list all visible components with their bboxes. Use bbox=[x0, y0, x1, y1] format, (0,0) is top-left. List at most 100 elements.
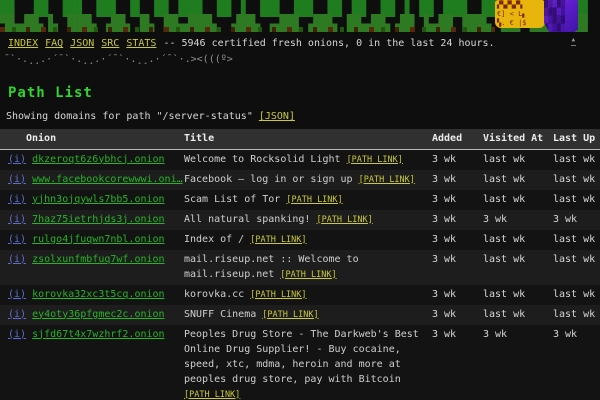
onion-link[interactable]: sjfd67t4x7wzhrf2.onion bbox=[32, 329, 164, 340]
path-link[interactable]: [PATH LINK] bbox=[184, 390, 240, 400]
nav-link-stats[interactable]: STATS bbox=[126, 38, 156, 49]
site-title: Index of / bbox=[184, 234, 250, 245]
onion-link[interactable]: korovka32xc3t5cq.onion bbox=[32, 289, 164, 300]
site-title: All natural spanking! bbox=[184, 214, 316, 225]
visited-cell: last wk bbox=[483, 149, 553, 170]
onion-cell: (i) ey4oty36pfgmec2c.onion bbox=[0, 305, 184, 325]
path-link[interactable]: [PATH LINK] bbox=[347, 155, 403, 165]
onion-cell: (i) rulgo4jfuqwn7nbl.onion bbox=[0, 230, 184, 250]
nav-links: INDEX FAQ JSON SRC STATS bbox=[8, 38, 163, 49]
lastup-cell: 3 wk bbox=[553, 325, 600, 400]
subtitle: Showing domains for path "/server-status… bbox=[6, 110, 600, 123]
column-header-visited: Visited At bbox=[483, 129, 553, 149]
title-cell: korovka.cc [PATH LINK] bbox=[184, 285, 428, 305]
table-row: (i) zsolxunfmbfuq7wf.onionmail.riseup.ne… bbox=[0, 250, 600, 285]
onion-link[interactable]: yjhn3ojqywls7bb5.onion bbox=[32, 194, 164, 205]
added-cell: 3 wk bbox=[428, 285, 483, 305]
table-row: (i) dkzeroqt6z6ybhcj.onionWelcome to Roc… bbox=[0, 149, 600, 170]
added-cell: 3 wk bbox=[428, 305, 483, 325]
banner-flecks-art bbox=[0, 27, 495, 32]
added-cell: 3 wk bbox=[428, 149, 483, 170]
onion-cell: (i) korovka32xc3t5cq.onion bbox=[0, 285, 184, 305]
info-link[interactable]: (i) bbox=[8, 234, 26, 245]
info-link[interactable]: (i) bbox=[8, 254, 26, 265]
site-title: Welcome to Rocksolid Light bbox=[184, 154, 347, 165]
title-cell: SNUFF Cinema [PATH LINK] bbox=[184, 305, 428, 325]
path-link[interactable]: [PATH LINK] bbox=[250, 235, 306, 245]
table-row: (i) korovka32xc3t5cq.onionkorovka.cc [PA… bbox=[0, 285, 600, 305]
visited-cell: 3 wk bbox=[483, 210, 553, 230]
onion-cell: (i) dkzeroqt6z6ybhcj.onion bbox=[0, 149, 184, 170]
table-header-row: Onion Title Added Visited At Last Up bbox=[0, 129, 600, 149]
page: █▌ ▐█ ▐█▌ ██ ▐▌ █▌▐██ ▐█ ▌ ██ ▐█▌ █▌▐█ ▐… bbox=[0, 0, 600, 400]
info-link[interactable]: (i) bbox=[8, 174, 26, 185]
column-header-onion: Onion bbox=[0, 129, 184, 149]
onion-cell: (i) www.facebookcorewwwi.oni… bbox=[0, 170, 184, 190]
nav-link-index[interactable]: INDEX bbox=[8, 38, 38, 49]
lastup-cell: 3 wk bbox=[553, 210, 600, 230]
info-link[interactable]: (i) bbox=[8, 154, 26, 165]
title-cell: mail.riseup.net :: Welcome to mail.riseu… bbox=[184, 250, 428, 285]
path-link[interactable]: [PATH LINK] bbox=[316, 215, 372, 225]
path-link[interactable]: [PATH LINK] bbox=[286, 195, 342, 205]
nav-link-json[interactable]: JSON bbox=[70, 38, 94, 49]
info-link[interactable]: (i) bbox=[8, 289, 26, 300]
path-link[interactable]: [PATH LINK] bbox=[250, 290, 306, 300]
title-cell: Facebook – log in or sign up [PATH LINK] bbox=[184, 170, 428, 190]
fish-ascii-art: ¯`·.¸¸.·´¯`·.¸¸.·´¯`·.¸¸.·´¯`·.><(((º> bbox=[4, 53, 600, 67]
title-cell: All natural spanking! [PATH LINK] bbox=[184, 210, 428, 230]
onion-cell: (i) sjfd67t4x7wzhrf2.onion bbox=[0, 325, 184, 400]
nav-link-faq[interactable]: FAQ bbox=[45, 38, 63, 49]
added-cell: 3 wk bbox=[428, 190, 483, 210]
added-cell: 3 wk bbox=[428, 325, 483, 400]
visited-cell: 3 wk bbox=[483, 325, 553, 400]
info-link[interactable]: (i) bbox=[8, 194, 26, 205]
site-title: korovka.cc bbox=[184, 289, 250, 300]
onion-cell: (i) yjhn3ojqywls7bb5.onion bbox=[0, 190, 184, 210]
table-row: (i) ey4oty36pfgmec2c.onionSNUFF Cinema [… bbox=[0, 305, 600, 325]
page-title: Path List bbox=[8, 85, 600, 101]
onion-link[interactable]: dkzeroqt6z6ybhcj.onion bbox=[32, 154, 164, 165]
onion-link[interactable]: ey4oty36pfgmec2c.onion bbox=[32, 309, 164, 320]
json-link[interactable]: [JSON] bbox=[259, 111, 295, 122]
table-row: (i) www.facebookcorewwwi.oni…Facebook – … bbox=[0, 170, 600, 190]
added-cell: 3 wk bbox=[428, 210, 483, 230]
lastup-cell: last wk bbox=[553, 305, 600, 325]
banner-ascii-art: █▌ ▐█ ▐█▌ ██ ▐▌ █▌▐██ ▐█ ▌ ██ ▐█▌ █▌▐█ ▐… bbox=[0, 0, 600, 32]
added-cell: 3 wk bbox=[428, 250, 483, 285]
top-nav: INDEXFAQJSONSRCSTATS-- 5946 certified fr… bbox=[8, 37, 600, 51]
title-cell: Peoples Drug Store - The Darkweb's Best … bbox=[184, 325, 428, 400]
path-link[interactable]: [PATH LINK] bbox=[262, 310, 318, 320]
info-link[interactable]: (i) bbox=[8, 214, 26, 225]
onion-link[interactable]: 7haz75ietrhjds3j.onion bbox=[32, 214, 164, 225]
site-title: Scam List of Tor bbox=[184, 194, 286, 205]
onion-link[interactable]: rulgo4jfuqwn7nbl.onion bbox=[32, 234, 164, 245]
onion-link[interactable]: www.facebookcorewwwi.oni… bbox=[32, 174, 183, 185]
onion-cell: (i) zsolxunfmbfuq7wf.onion bbox=[0, 250, 184, 285]
table-row: (i) sjfd67t4x7wzhrf2.onionPeoples Drug S… bbox=[0, 325, 600, 400]
info-link[interactable]: (i) bbox=[8, 309, 26, 320]
title-cell: Welcome to Rocksolid Light [PATH LINK] bbox=[184, 149, 428, 170]
subtitle-text: Showing domains for path "/server-status… bbox=[6, 111, 253, 122]
nav-link-src[interactable]: SRC bbox=[101, 38, 119, 49]
visited-cell: last wk bbox=[483, 285, 553, 305]
visited-cell: last wk bbox=[483, 230, 553, 250]
added-cell: 3 wk bbox=[428, 230, 483, 250]
visited-cell: last wk bbox=[483, 190, 553, 210]
path-link[interactable]: [PATH LINK] bbox=[280, 270, 336, 280]
title-cell: Index of / [PATH LINK] bbox=[184, 230, 428, 250]
site-title: SNUFF Cinema bbox=[184, 309, 262, 320]
lastup-cell: last wk bbox=[553, 285, 600, 305]
path-link[interactable]: [PATH LINK] bbox=[359, 175, 415, 185]
onion-table-body: (i) dkzeroqt6z6ybhcj.onionWelcome to Roc… bbox=[0, 149, 600, 400]
onion-cell: (i) 7haz75ietrhjds3j.onion bbox=[0, 210, 184, 230]
column-header-lastup: Last Up bbox=[553, 129, 600, 149]
purple-ascii-art: ▓▒░▓▒ ▒▓▓░▒ ░▒▓▒▓ ▓░▒▓░ bbox=[544, 0, 578, 32]
column-header-added: Added bbox=[428, 129, 483, 149]
info-link[interactable]: (i) bbox=[8, 329, 26, 340]
tiny-art-glyph: ▴ bbox=[571, 36, 576, 46]
onion-link[interactable]: zsolxunfmbfuq7wf.onion bbox=[32, 254, 164, 265]
site-title: Facebook – log in or sign up bbox=[184, 174, 359, 185]
visited-cell: last wk bbox=[483, 170, 553, 190]
onion-ascii-art: ▞▚▞▚▞▚ €] < L▖ ▚. € |$ bbox=[495, 0, 545, 28]
